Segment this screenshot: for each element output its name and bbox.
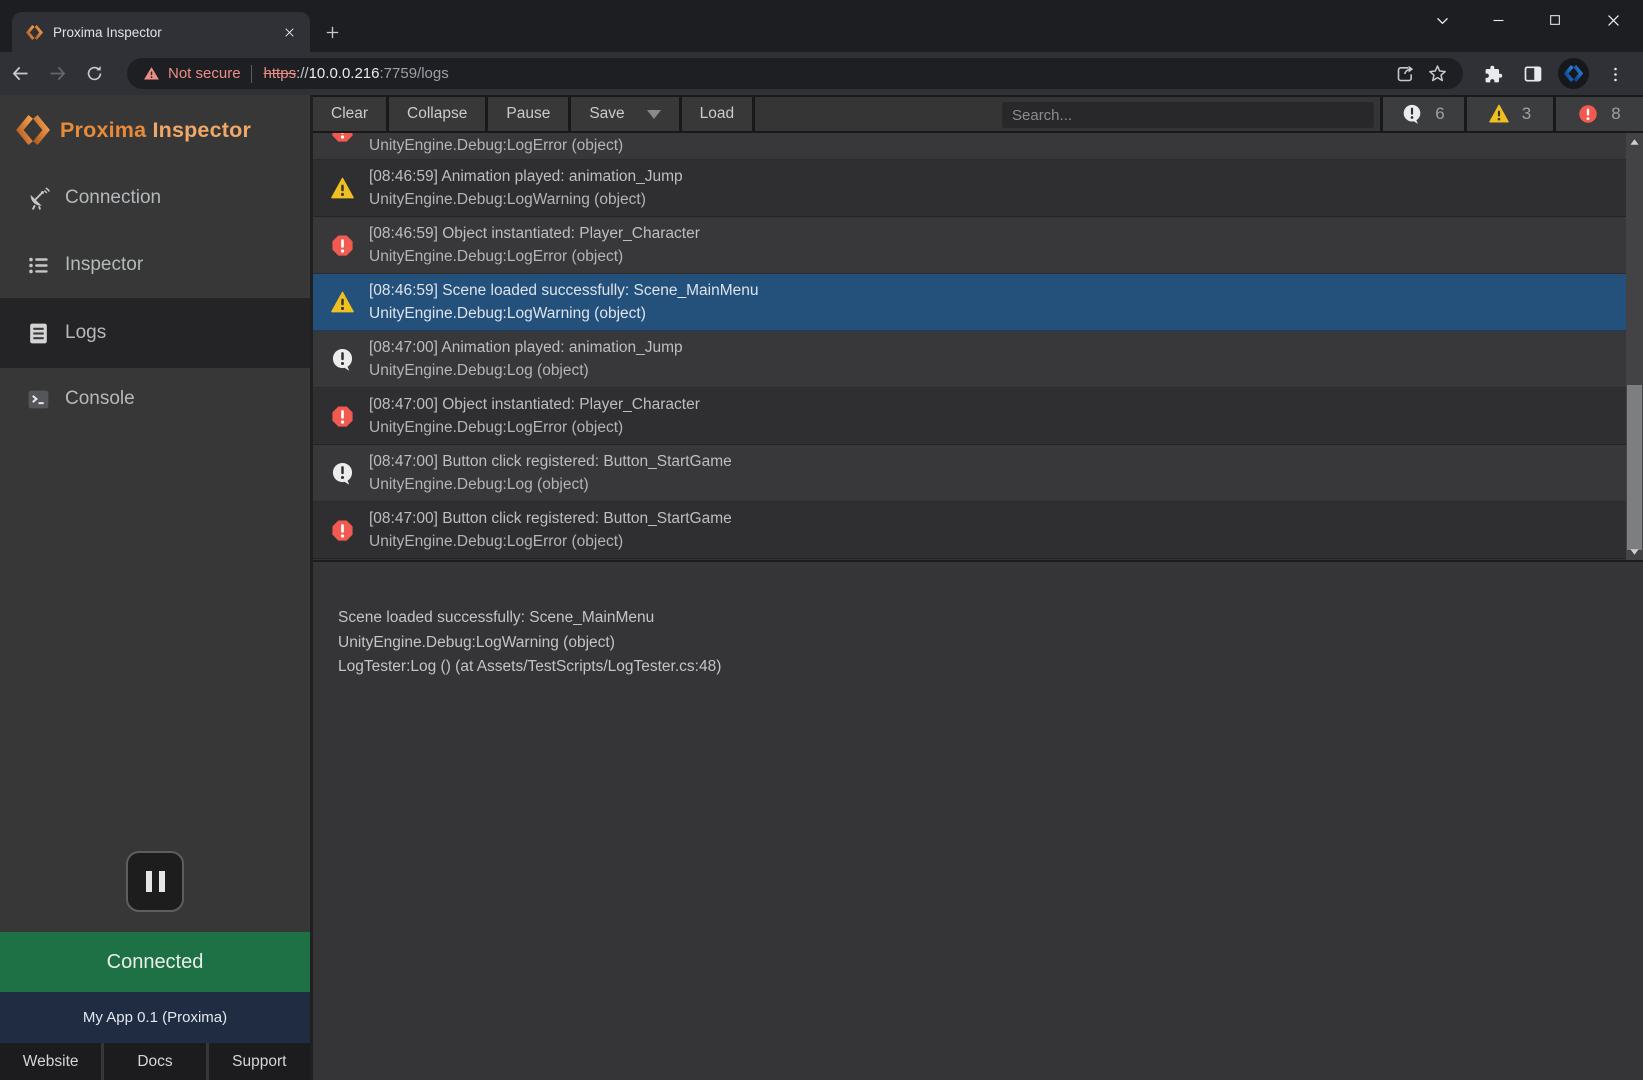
docs-link[interactable]: Docs <box>104 1043 205 1080</box>
not-secure-label[interactable]: Not secure <box>168 65 241 82</box>
profile-logo-icon <box>1564 64 1583 83</box>
log-row[interactable]: [08:47:00] Object instantiated: Player_C… <box>313 388 1643 445</box>
log-row[interactable]: [08:46:59] Animation played: animation_J… <box>313 160 1643 217</box>
profile-avatar[interactable] <box>1558 58 1589 89</box>
window-minimize-button[interactable] <box>1478 6 1518 34</box>
omnibox-divider <box>251 65 252 83</box>
error-icon <box>331 519 354 542</box>
connection-status-badge: Connected <box>0 932 310 992</box>
info-icon <box>331 348 354 371</box>
website-link[interactable]: Website <box>0 1043 101 1080</box>
bookmark-star-icon[interactable] <box>1421 58 1453 90</box>
error-icon <box>331 234 354 257</box>
browser-menu-dots-icon[interactable] <box>1600 59 1630 89</box>
load-button[interactable]: Load <box>682 97 752 131</box>
warning-icon <box>331 177 354 200</box>
save-dropdown-icon[interactable] <box>647 110 661 119</box>
proxima-logo-icon <box>16 113 50 147</box>
window-maximize-button[interactable] <box>1535 6 1575 34</box>
log-row[interactable]: [08:47:00] Button click registered: Butt… <box>313 502 1643 559</box>
warning-icon <box>331 291 354 314</box>
log-list: UnityEngine.Debug:LogError (object) [08:… <box>313 133 1643 560</box>
detail-stack-line: UnityEngine.Debug:LogWarning (object) <box>338 631 1623 656</box>
save-button[interactable]: Save <box>571 97 678 131</box>
window-close-button[interactable] <box>1593 6 1633 34</box>
search-input[interactable] <box>1002 102 1374 128</box>
tab-close-icon[interactable] <box>278 21 300 43</box>
titlebar: Proxima Inspector <box>0 0 1643 52</box>
detail-source-line: LogTester:Log () (at Assets/TestScripts/… <box>338 655 1623 680</box>
log-row[interactable]: [08:47:00] Animation played: animation_J… <box>313 331 1643 388</box>
logs-page: Clear Collapse Pause Save Load 6 3 8 <box>310 95 1643 1080</box>
tab-title: Proxima Inspector <box>53 25 278 40</box>
tab-favicon-proxima-logo <box>26 24 43 41</box>
extensions-puzzle-icon[interactable] <box>1478 59 1508 89</box>
log-row[interactable]: UnityEngine.Debug:LogError (object) <box>313 133 1643 160</box>
error-bubble-icon <box>1578 104 1598 124</box>
logs-toolbar: Clear Collapse Pause Save Load 6 3 8 <box>313 95 1643 133</box>
app-title: Proxima Inspector <box>60 118 251 143</box>
error-icon <box>331 133 354 143</box>
scroll-down-icon[interactable] <box>1626 544 1643 558</box>
clear-button[interactable]: Clear <box>313 97 386 131</box>
scroll-up-icon[interactable] <box>1626 135 1643 149</box>
log-detail-panel: Scene loaded successfully: Scene_MainMen… <box>313 560 1643 1080</box>
sidebar-item-inspector[interactable]: Inspector <box>0 238 310 292</box>
app-logo: Proxima Inspector <box>16 105 251 155</box>
not-secure-warning-icon <box>143 65 160 82</box>
sidebar-footer: Website Docs Support <box>0 1043 310 1080</box>
scrollbar-thumb[interactable] <box>1627 385 1642 550</box>
sidebar-item-logs[interactable]: Logs <box>0 298 310 368</box>
pause-stream-button[interactable] <box>126 851 184 912</box>
info-bubble-icon <box>1402 104 1422 124</box>
info-icon <box>331 462 354 485</box>
sidebar-item-connection[interactable]: Connection <box>0 171 310 225</box>
log-list-scrollbar[interactable] <box>1626 133 1643 560</box>
url-omnibox[interactable]: Not secure https://10.0.0.216:7759/logs <box>127 58 1463 89</box>
info-count-filter[interactable]: 6 <box>1383 97 1464 131</box>
share-icon[interactable] <box>1389 58 1421 90</box>
sidebar: Proxima Inspector Connection Inspector L… <box>0 95 310 1080</box>
log-row[interactable]: [08:46:59] Object instantiated: Player_C… <box>313 217 1643 274</box>
warning-triangle-icon <box>1489 104 1509 124</box>
terminal-icon <box>26 387 51 412</box>
collapse-button[interactable]: Collapse <box>389 97 485 131</box>
pause-icon <box>146 871 152 892</box>
back-button[interactable] <box>3 57 37 91</box>
sidebar-item-console[interactable]: Console <box>0 372 310 426</box>
satellite-dish-icon <box>26 186 51 211</box>
error-icon <box>331 405 354 428</box>
url-text: https://10.0.0.216:7759/logs <box>264 65 1389 82</box>
connected-app-label: My App 0.1 (Proxima) <box>0 992 310 1043</box>
new-tab-button[interactable] <box>318 18 346 46</box>
address-bar: Not secure https://10.0.0.216:7759/logs <box>0 52 1643 95</box>
browser-tab[interactable]: Proxima Inspector <box>12 12 310 52</box>
forward-button[interactable] <box>40 57 74 91</box>
error-count-filter[interactable]: 8 <box>1556 97 1643 131</box>
warning-count-filter[interactable]: 3 <box>1467 97 1553 131</box>
reload-button[interactable] <box>77 57 111 91</box>
tab-search-chevron-icon[interactable] <box>1422 6 1462 34</box>
log-row-selected[interactable]: [08:46:59] Scene loaded successfully: Sc… <box>313 274 1643 331</box>
search-zone <box>755 97 1380 131</box>
document-icon <box>26 321 51 346</box>
list-icon <box>26 253 51 278</box>
log-row[interactable]: [08:47:00] Button click registered: Butt… <box>313 445 1643 502</box>
side-panel-icon[interactable] <box>1518 59 1548 89</box>
detail-message: Scene loaded successfully: Scene_MainMen… <box>338 606 1623 631</box>
support-link[interactable]: Support <box>209 1043 310 1080</box>
browser-window: Proxima Inspector Not secure https://10.… <box>0 0 1643 1080</box>
pause-button[interactable]: Pause <box>488 97 568 131</box>
